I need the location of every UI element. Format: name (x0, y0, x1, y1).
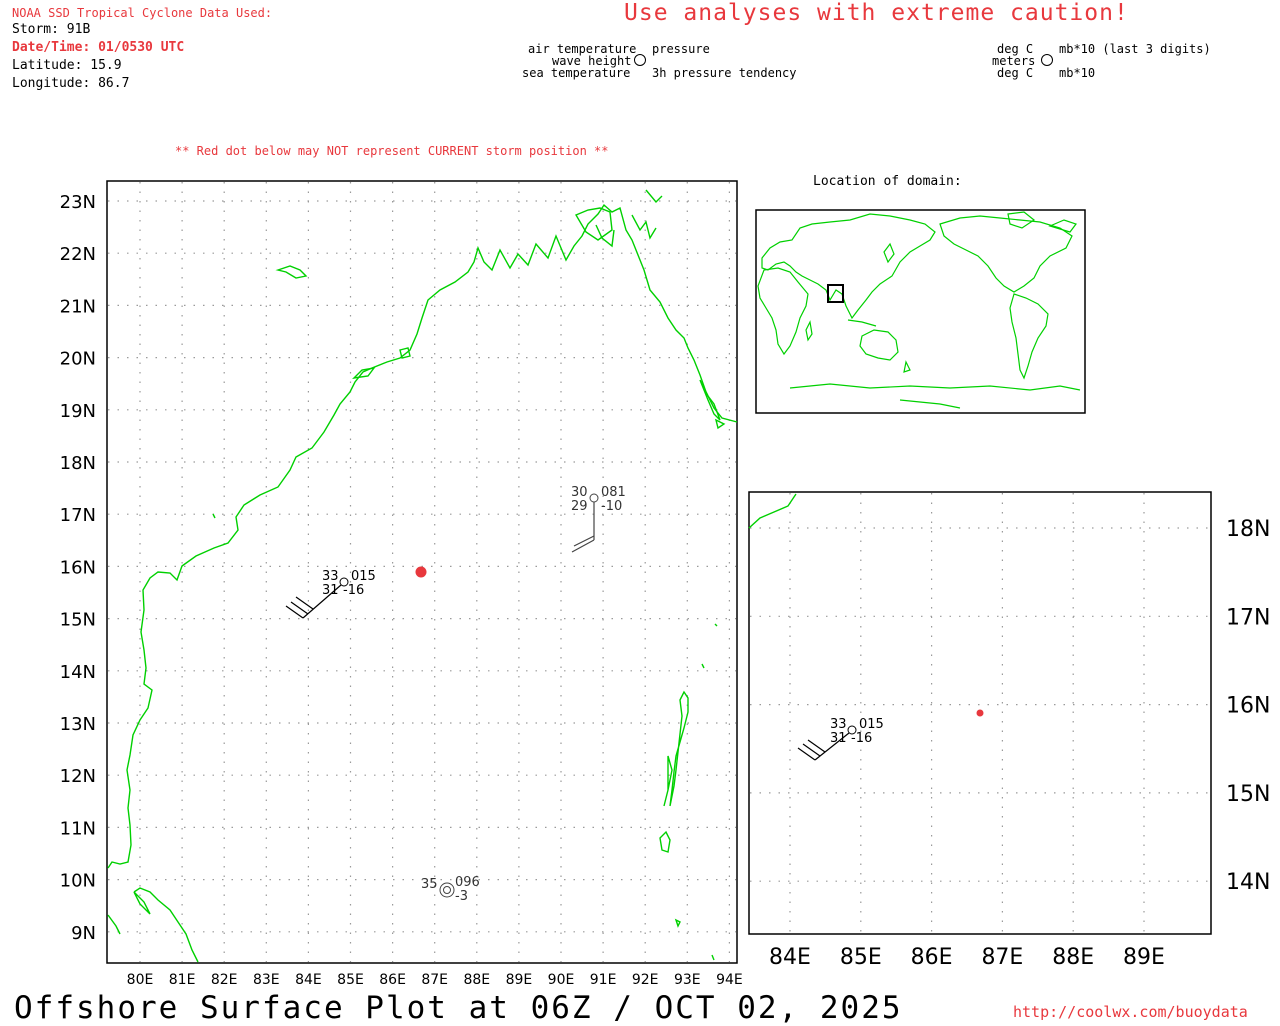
main-lat-label: 16N (60, 557, 96, 578)
zoom-map: 33 015 31 -16 18N17N16N15N14N 84E 85E 86E 8… (748, 491, 1270, 970)
station-2-pressure: 081 (601, 485, 626, 500)
zoom-lon-label: 85E (840, 945, 882, 970)
zoom-lon-label: 88E (1052, 945, 1094, 970)
station-2-air: 30 (571, 485, 588, 500)
main-lat-label: 10N (60, 871, 96, 892)
station-2-tendency: -10 (601, 499, 622, 514)
storm-position-dot (415, 566, 427, 578)
main-lat-label: 20N (60, 349, 96, 370)
zoom-lon-label: 84E (769, 945, 811, 970)
main-lat-label: 9N (71, 923, 96, 944)
legend-station-circle-icon (634, 54, 646, 66)
world-inset-frame (755, 209, 1086, 414)
main-lat-label: 12N (60, 766, 96, 787)
zoom-lat-label: 17N (1226, 605, 1270, 630)
main-lon-label: 93E (674, 972, 701, 988)
main-lat-label: 23N (60, 192, 96, 213)
zoom-station-tendency: -16 (851, 731, 872, 746)
main-map: 33 015 31 -16 30 081 29 -10 35 096 -3 23… (60, 180, 743, 988)
zoom-storm-dot (976, 709, 984, 717)
zoom-lat-labels: 18N 17N 16N 15N 14N (1226, 517, 1270, 895)
main-lon-label: 92E (632, 972, 659, 988)
main-lon-label: 85E (337, 972, 364, 988)
station-2-sea: 29 (571, 499, 588, 514)
station-3-tendency: -3 (455, 889, 468, 904)
legend-units-circle-icon (1041, 54, 1053, 66)
world-inset (755, 209, 1086, 414)
main-lon-label: 89E (506, 972, 533, 988)
zoom-station-sea: 31 (830, 731, 847, 746)
main-lon-label: 81E (169, 972, 196, 988)
zoom-lat-label: 14N (1226, 870, 1270, 895)
zoom-lon-labels: 84E 85E 86E 87E 88E 89E (769, 945, 1165, 970)
main-lon-label: 91E (590, 972, 617, 988)
main-lon-label: 94E (716, 972, 743, 988)
main-lon-label: 86E (379, 972, 406, 988)
station-1-sea: 31 (322, 583, 339, 598)
station-1-air: 33 (322, 569, 339, 584)
station-3-air: 35 (421, 877, 438, 892)
map-graphics: 33 015 31 -16 30 081 29 -10 35 096 -3 23… (60, 54, 1270, 988)
zoom-station-pressure: 015 (859, 717, 884, 732)
main-lat-label: 13N (60, 714, 96, 735)
zoom-lat-label: 16N (1226, 694, 1270, 719)
zoom-lon-label: 86E (911, 945, 953, 970)
main-lon-label: 83E (253, 972, 280, 988)
main-lat-label: 21N (60, 296, 96, 317)
main-lat-labels: 23N 22N 21N 20N 19N 18N 17N 16N 15N 14N 13N 12N 11N 1… (60, 192, 96, 944)
zoom-lat-label: 18N (1226, 517, 1270, 542)
main-lat-label: 14N (60, 662, 96, 683)
station-3-pressure: 096 (455, 875, 480, 890)
main-lon-label: 88E (463, 972, 490, 988)
main-lon-label: 82E (211, 972, 238, 988)
main-lat-label: 18N (60, 453, 96, 474)
main-lon-label: 80E (127, 972, 154, 988)
main-lon-label: 84E (295, 972, 322, 988)
main-lat-label: 19N (60, 401, 96, 422)
main-lat-label: 15N (60, 610, 96, 631)
station-1-pressure: 015 (351, 569, 376, 584)
main-lon-label: 87E (421, 972, 448, 988)
station-1-tendency: -16 (343, 583, 364, 598)
zoom-lon-label: 89E (1123, 945, 1165, 970)
zoom-station-air: 33 (830, 717, 847, 732)
main-lat-label: 11N (60, 818, 96, 839)
main-lon-label: 90E (548, 972, 575, 988)
zoom-lon-label: 87E (981, 945, 1023, 970)
main-lat-label: 17N (60, 505, 96, 526)
main-lon-labels: 80E 81E 82E 83E 84E 85E 86E 87E 88E 89E 90E 91E 92E 9… (127, 972, 743, 988)
zoom-lat-label: 15N (1226, 782, 1270, 807)
main-lat-label: 22N (60, 244, 96, 265)
